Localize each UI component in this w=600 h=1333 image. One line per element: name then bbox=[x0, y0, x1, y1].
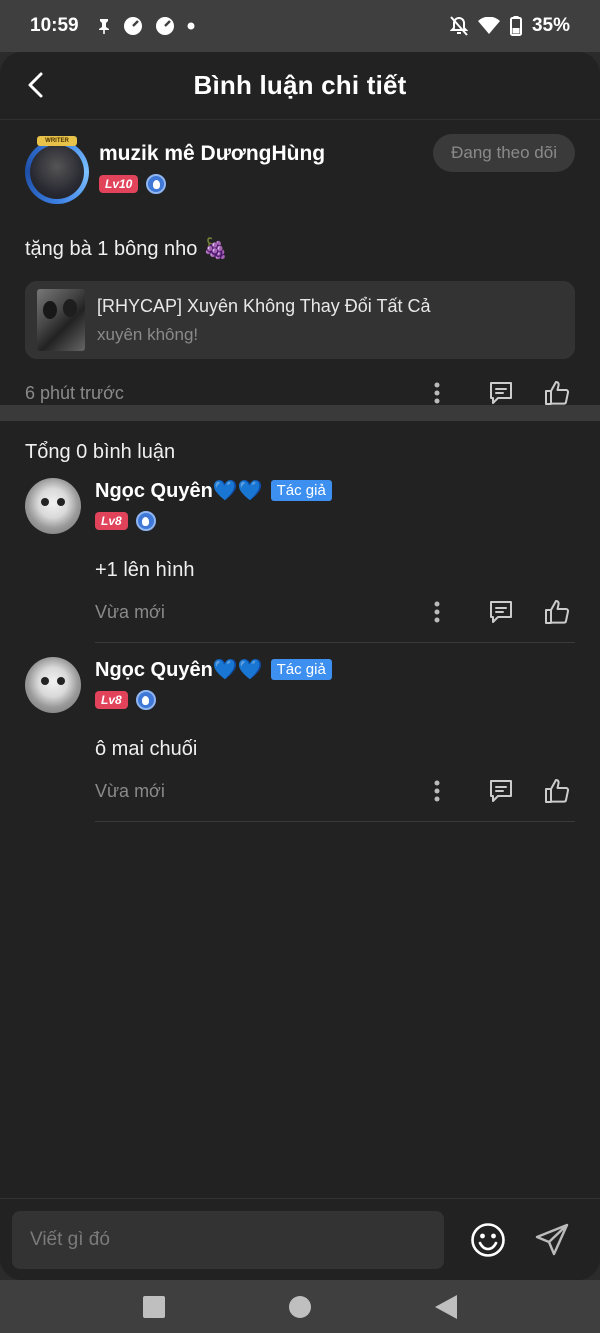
avatar[interactable] bbox=[25, 478, 81, 534]
reply-button[interactable] bbox=[483, 375, 519, 411]
battery-icon bbox=[509, 16, 522, 36]
level-badge: Lv8 bbox=[95, 512, 128, 530]
system-navigation-bar bbox=[0, 1280, 600, 1333]
status-bar: 10:59 35% bbox=[0, 0, 600, 52]
pin-icon bbox=[98, 19, 109, 34]
comment-item: Ngọc Quyên💙💙 Tác giả Lv8 +1 lên hình Vừa… bbox=[25, 478, 575, 643]
comment-icon bbox=[490, 601, 512, 623]
comment-time: Vừa mới bbox=[95, 601, 165, 622]
comment-detail-screen: Bình luận chi tiết WRITER muzik mê Dương… bbox=[0, 52, 600, 1280]
wifi-icon bbox=[477, 17, 500, 34]
recent-apps-button[interactable] bbox=[143, 1295, 165, 1318]
thumbs-up-icon bbox=[545, 600, 570, 624]
reply-button[interactable] bbox=[483, 594, 519, 630]
writer-crown-icon: WRITER bbox=[37, 136, 77, 146]
avatar[interactable]: WRITER bbox=[25, 136, 89, 204]
level-badge: Lv10 bbox=[99, 175, 139, 193]
comments-section: Tổng 0 bình luận Ngọc Quyên💙💙 Tác giả Lv… bbox=[0, 421, 600, 822]
post-time: 6 phút trước bbox=[25, 382, 124, 403]
comment-text: ô mai chuối bbox=[95, 738, 198, 760]
dot-icon bbox=[187, 22, 195, 30]
status-time: 10:59 bbox=[30, 15, 79, 36]
smiley-icon bbox=[471, 1222, 505, 1257]
send-button[interactable] bbox=[532, 1220, 572, 1260]
post-meta-row: 6 phút trước bbox=[25, 375, 575, 411]
back-nav-button[interactable] bbox=[435, 1294, 457, 1319]
reply-button[interactable] bbox=[483, 773, 519, 809]
post-text: tặng bà 1 bông nho 🍇 bbox=[25, 238, 228, 260]
main-post: WRITER muzik mê DươngHùng Lv10 Đang theo… bbox=[0, 120, 600, 405]
status-icons-right: 35% bbox=[449, 15, 570, 37]
comment-icon bbox=[490, 382, 512, 404]
story-subtitle: xuyên không! bbox=[97, 324, 199, 344]
home-button[interactable] bbox=[289, 1295, 311, 1318]
level-badge: Lv8 bbox=[95, 691, 128, 709]
linked-story-card[interactable]: [RHYCAP] Xuyên Không Thay Đổi Tất Cả xuy… bbox=[25, 281, 575, 359]
more-vertical-icon bbox=[434, 601, 440, 623]
header: Bình luận chi tiết bbox=[0, 52, 600, 120]
commenter-name[interactable]: Ngọc Quyên💙💙 bbox=[95, 657, 263, 682]
speedometer-icon bbox=[155, 17, 174, 35]
commenter-name[interactable]: Ngọc Quyên💙💙 bbox=[95, 478, 263, 503]
send-icon bbox=[535, 1223, 569, 1255]
more-options-button[interactable] bbox=[419, 375, 455, 411]
comment-input-bar bbox=[0, 1198, 600, 1280]
comment-input[interactable] bbox=[12, 1210, 444, 1269]
comment-text: +1 lên hình bbox=[95, 559, 195, 581]
story-title: [RHYCAP] Xuyên Không Thay Đổi Tất Cả bbox=[97, 295, 431, 316]
chevron-left-icon bbox=[28, 72, 43, 98]
shield-icon bbox=[135, 690, 156, 710]
battery-percent: 35% bbox=[531, 15, 570, 36]
comment-icon bbox=[490, 780, 512, 802]
like-button[interactable] bbox=[539, 594, 575, 630]
status-icons-left bbox=[97, 16, 195, 36]
like-button[interactable] bbox=[539, 375, 575, 411]
avatar[interactable] bbox=[25, 657, 81, 713]
story-thumbnail bbox=[37, 289, 85, 351]
comment-item: Ngọc Quyên💙💙 Tác giả Lv8 ô mai chuối Vừa… bbox=[25, 657, 575, 822]
more-options-button[interactable] bbox=[419, 594, 455, 630]
comment-count: Tổng 0 bình luận bbox=[25, 441, 176, 463]
following-button[interactable]: Đang theo dõi bbox=[433, 134, 575, 172]
more-options-button[interactable] bbox=[419, 773, 455, 809]
comment-time: Vừa mới bbox=[95, 780, 165, 801]
more-vertical-icon bbox=[434, 780, 440, 802]
thumbs-up-icon bbox=[545, 779, 570, 803]
more-vertical-icon bbox=[434, 382, 440, 404]
author-badges: Lv10 bbox=[99, 174, 575, 194]
back-button[interactable] bbox=[20, 68, 50, 102]
like-button[interactable] bbox=[539, 773, 575, 809]
thumbs-up-icon bbox=[545, 381, 570, 405]
speedometer-icon bbox=[123, 17, 142, 35]
author-tag-badge: Tác giả bbox=[270, 659, 332, 680]
shield-icon bbox=[146, 174, 167, 194]
emoji-button[interactable] bbox=[468, 1220, 508, 1260]
page-title: Bình luận chi tiết bbox=[193, 70, 407, 100]
bell-off-icon bbox=[449, 16, 468, 36]
author-tag-badge: Tác giả bbox=[270, 480, 332, 501]
shield-icon bbox=[135, 511, 156, 531]
